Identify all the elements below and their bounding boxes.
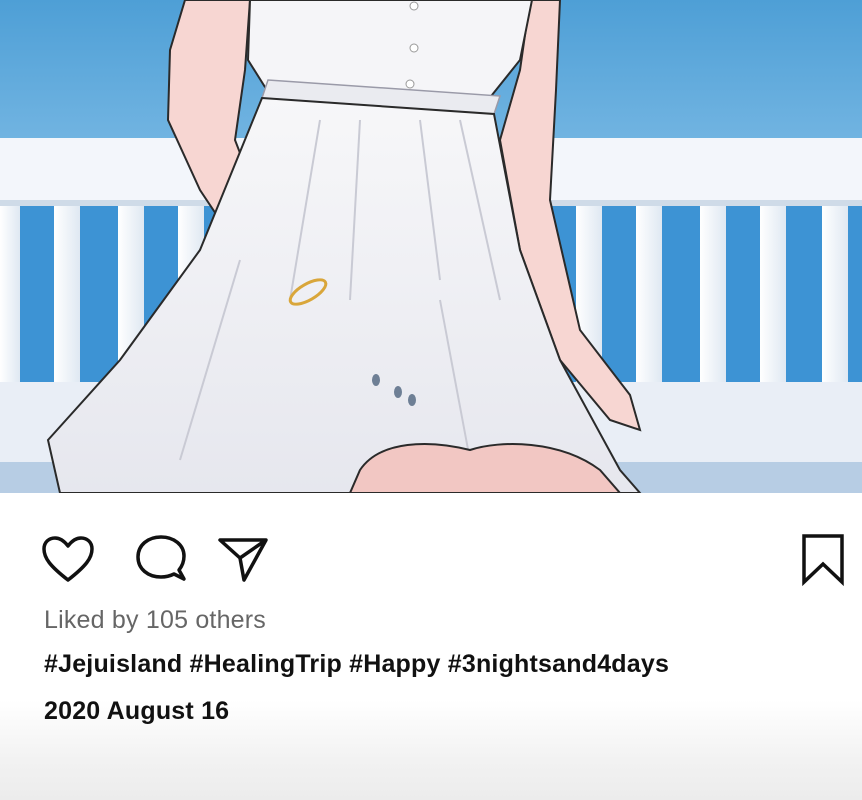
post-caption[interactable]: #Jejuisland #HealingTrip #Happy #3nights… (44, 650, 669, 679)
bookmark-icon[interactable] (796, 532, 852, 588)
speech-bubble-icon[interactable] (132, 534, 188, 590)
photo-illustration (0, 0, 862, 493)
action-bar (0, 530, 862, 590)
post-date: 2020 August 16 (44, 697, 230, 725)
post-photo[interactable] (0, 0, 862, 493)
paper-plane-icon[interactable] (216, 532, 272, 588)
post-card: Liked by 105 others #Jejuisland #Healing… (0, 0, 862, 800)
heart-icon[interactable] (40, 534, 96, 590)
likes-count[interactable]: Liked by 105 others (44, 606, 266, 635)
